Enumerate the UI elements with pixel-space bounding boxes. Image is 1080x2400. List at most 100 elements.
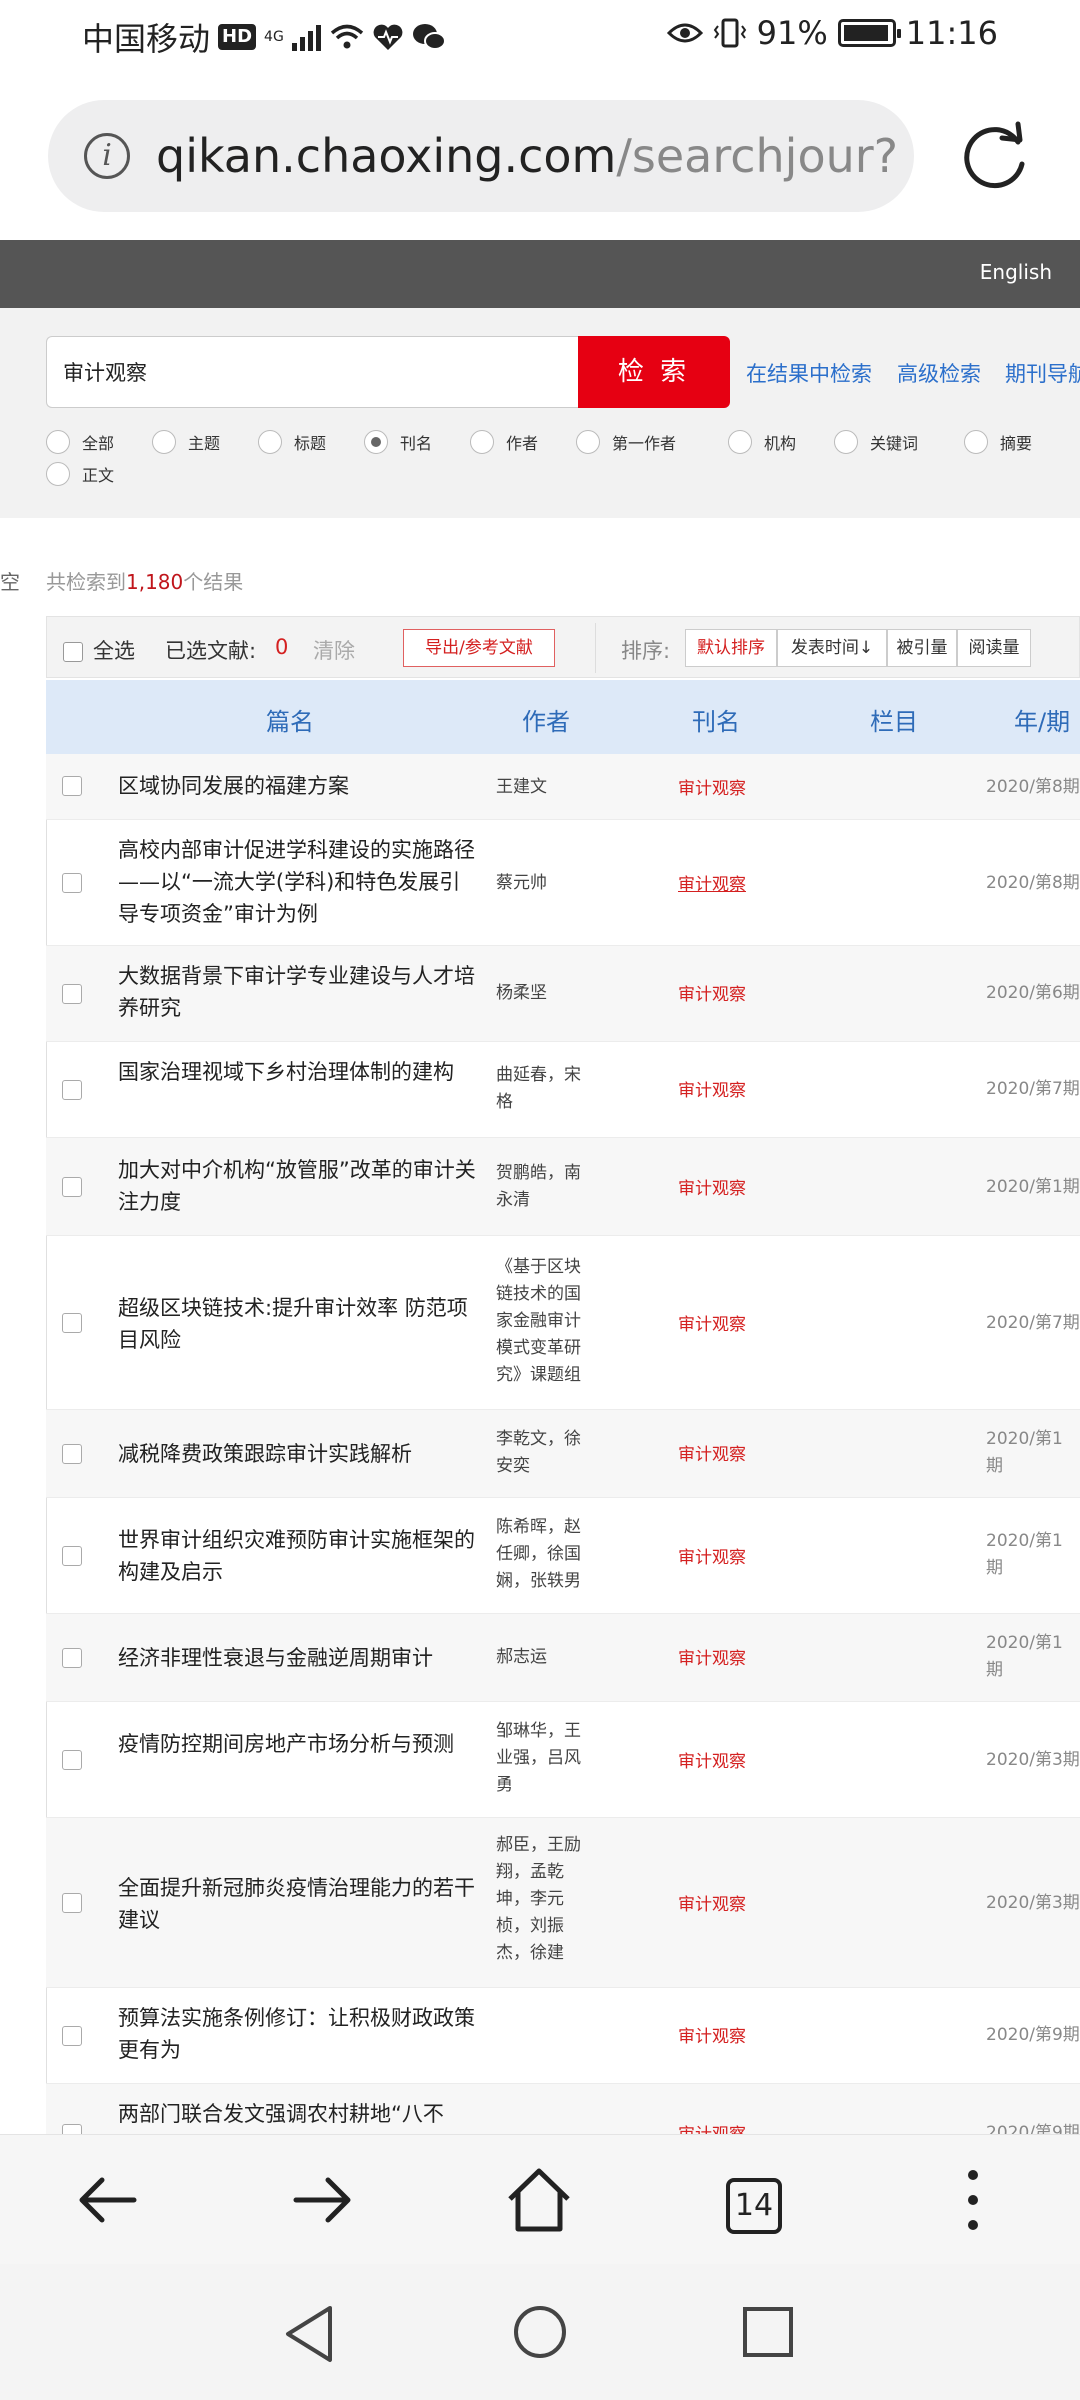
search-within-results-link[interactable]: 在结果中检索 — [746, 358, 872, 388]
sort-reads-button[interactable]: 阅读量 — [957, 629, 1031, 667]
article-title-link[interactable]: 区域协同发展的福建方案 — [118, 770, 478, 802]
author-link[interactable]: 贺鹏皓，南永清 — [496, 1160, 584, 1214]
article-title-link[interactable]: 预算法实施条例修订：让积极财政政策更有为 — [118, 2002, 478, 2066]
sort-citations-button[interactable]: 被引量 — [887, 629, 957, 667]
journal-nav-link[interactable]: 期刊导航 — [1005, 358, 1080, 388]
column-header-title[interactable]: 篇名 — [266, 702, 314, 737]
article-title-link[interactable]: 经济非理性衰退与金融逆周期审计 — [118, 1642, 478, 1674]
author-link[interactable]: 郝志运 — [496, 1644, 584, 1671]
radio-dot[interactable] — [152, 430, 176, 454]
journal-link[interactable]: 审计观察 — [678, 1076, 746, 1101]
row-checkbox[interactable] — [62, 776, 82, 796]
clear-selection-link[interactable]: 清除 — [313, 635, 355, 665]
author-link[interactable]: 郝臣，王励翔，孟乾坤，李元桢，刘振杰，徐建 — [496, 1832, 584, 1967]
journal-link[interactable]: 审计观察 — [678, 1644, 746, 1669]
journal-link[interactable]: 审计观察 — [678, 980, 746, 1005]
row-checkbox[interactable] — [62, 1648, 82, 1668]
field-radio-title[interactable]: 标题 — [258, 430, 326, 454]
journal-link[interactable]: 审计观察 — [678, 870, 746, 895]
table-row[interactable]: 预算法实施条例修订：让积极财政政策更有为 审计观察 2020/第9期 — [46, 1988, 1080, 2084]
article-title-link[interactable]: 全面提升新冠肺炎疫情治理能力的若干建议 — [118, 1872, 478, 1936]
field-radio-first-author[interactable]: 第一作者 — [576, 430, 676, 454]
table-row[interactable]: 减税降费政策跟踪审计实践解析 李乾文，徐安奕 审计观察 2020/第1期 — [46, 1410, 1080, 1498]
field-radio-journal[interactable]: 刊名 — [364, 430, 432, 454]
export-button[interactable]: 导出/参考文献 — [403, 629, 555, 667]
author-link[interactable]: 王建文 — [496, 774, 584, 801]
radio-dot[interactable] — [46, 462, 70, 486]
address-bar[interactable]: i qikan.chaoxing.com/searchjour?sw — [48, 100, 914, 212]
search-button[interactable]: 检 索 — [578, 336, 730, 408]
table-row[interactable]: 区域协同发展的福建方案 王建文 审计观察 2020/第8期 — [46, 754, 1080, 820]
article-title-link[interactable]: 世界审计组织灾难预防审计实施框架的构建及启示 — [118, 1524, 478, 1588]
article-title-link[interactable]: 减税降费政策跟踪审计实践解析 — [118, 1438, 478, 1470]
system-recents-icon[interactable] — [742, 2306, 794, 2358]
select-all-checkbox[interactable] — [63, 642, 83, 662]
column-header-author[interactable]: 作者 — [522, 702, 570, 737]
field-radio-abstract[interactable]: 摘要 — [964, 430, 1032, 454]
reload-icon[interactable] — [958, 120, 1032, 194]
author-link[interactable]: 《基于区块链技术的国家金融审计模式变革研究》课题组 — [496, 1254, 584, 1389]
row-checkbox[interactable] — [62, 984, 82, 1004]
journal-link[interactable]: 审计观察 — [678, 1174, 746, 1199]
table-row[interactable]: 世界审计组织灾难预防审计实施框架的构建及启示 陈希晖，赵任卿，徐国娴，张轶男 审… — [46, 1498, 1080, 1614]
radio-dot[interactable] — [470, 430, 494, 454]
article-title-link[interactable]: 高校内部审计促进学科建设的实施路径——以“一流大学(学科)和特色发展引导专项资金… — [118, 834, 478, 930]
field-radio-fulltext[interactable]: 正文 — [46, 462, 114, 486]
column-header-column[interactable]: 栏目 — [870, 702, 918, 737]
author-link[interactable]: 曲延春，宋格 — [496, 1062, 584, 1116]
table-row[interactable]: 国家治理视域下乡村治理体制的建构 曲延春，宋格 审计观察 2020/第7期 — [46, 1042, 1080, 1138]
tabs-button[interactable]: 14 — [726, 2178, 782, 2234]
info-icon[interactable]: i — [84, 133, 130, 179]
journal-link[interactable]: 审计观察 — [678, 1310, 746, 1335]
url-text[interactable]: qikan.chaoxing.com/searchjour?sw — [156, 129, 896, 183]
table-row[interactable]: 经济非理性衰退与金融逆周期审计 郝志运 审计观察 2020/第1期 — [46, 1614, 1080, 1702]
journal-link[interactable]: 审计观察 — [678, 1890, 746, 1915]
article-title-link[interactable]: 两部门联合发文强调农村耕地“八不 — [118, 2098, 478, 2130]
search-input[interactable]: 审计观察 — [46, 336, 578, 408]
journal-link[interactable]: 审计观察 — [678, 774, 746, 799]
author-link[interactable]: 杨柔坚 — [496, 980, 584, 1007]
article-title-link[interactable]: 加大对中介机构“放管服”改革的审计关注力度 — [118, 1154, 478, 1218]
author-link[interactable]: 陈希晖，赵任卿，徐国娴，张轶男 — [496, 1514, 584, 1595]
system-home-icon[interactable] — [512, 2304, 568, 2360]
row-checkbox[interactable] — [62, 2026, 82, 2046]
home-icon[interactable] — [504, 2165, 574, 2235]
english-link[interactable]: English — [980, 260, 1052, 284]
table-row[interactable]: 加大对中介机构“放管服”改革的审计关注力度 贺鹏皓，南永清 审计观察 2020/… — [46, 1138, 1080, 1236]
column-header-journal[interactable]: 刊名 — [692, 702, 740, 737]
table-row[interactable]: 超级区块链技术:提升审计效率 防范项目风险 《基于区块链技术的国家金融审计模式变… — [46, 1236, 1080, 1410]
author-link[interactable]: 蔡元帅 — [496, 870, 584, 897]
table-row[interactable]: 全面提升新冠肺炎疫情治理能力的若干建议 郝臣，王励翔，孟乾坤，李元桢，刘振杰，徐… — [46, 1818, 1080, 1988]
select-all-toggle[interactable]: 全选 — [63, 635, 135, 665]
table-row[interactable]: 高校内部审计促进学科建设的实施路径——以“一流大学(学科)和特色发展引导专项资金… — [46, 820, 1080, 946]
row-checkbox[interactable] — [62, 1313, 82, 1333]
journal-link[interactable]: 审计观察 — [678, 1747, 746, 1772]
row-checkbox[interactable] — [62, 1177, 82, 1197]
back-arrow-icon[interactable] — [72, 2165, 142, 2235]
radio-dot[interactable] — [46, 430, 70, 454]
sort-date-button[interactable]: 发表时间↓ — [777, 629, 887, 667]
system-back-icon[interactable] — [282, 2304, 338, 2364]
article-title-link[interactable]: 疫情防控期间房地产市场分析与预测 — [118, 1728, 478, 1760]
radio-dot[interactable] — [258, 430, 282, 454]
field-radio-keyword[interactable]: 关键词 — [834, 430, 918, 454]
sort-default-button[interactable]: 默认排序 — [685, 629, 777, 667]
column-header-year-issue[interactable]: 年/期 — [1014, 702, 1070, 737]
article-title-link[interactable]: 大数据背景下审计学专业建设与人才培养研究 — [118, 960, 478, 1024]
table-row[interactable]: 疫情防控期间房地产市场分析与预测 邹琳华，王业强，吕风勇 审计观察 2020/第… — [46, 1702, 1080, 1818]
radio-dot[interactable] — [964, 430, 988, 454]
more-menu-icon[interactable] — [938, 2165, 1008, 2235]
article-title-link[interactable]: 超级区块链技术:提升审计效率 防范项目风险 — [118, 1292, 478, 1356]
radio-dot-selected[interactable] — [364, 430, 388, 454]
article-title-link[interactable]: 国家治理视域下乡村治理体制的建构 — [118, 1056, 478, 1088]
forward-arrow-icon[interactable] — [288, 2165, 358, 2235]
author-link[interactable]: 邹琳华，王业强，吕风勇 — [496, 1718, 584, 1799]
journal-link[interactable]: 审计观察 — [678, 2022, 746, 2047]
author-link[interactable]: 李乾文，徐安奕 — [496, 1426, 584, 1480]
field-radio-all[interactable]: 全部 — [46, 430, 114, 454]
row-checkbox[interactable] — [62, 1750, 82, 1770]
row-checkbox[interactable] — [62, 1444, 82, 1464]
field-radio-subject[interactable]: 主题 — [152, 430, 220, 454]
row-checkbox[interactable] — [62, 873, 82, 893]
radio-dot[interactable] — [728, 430, 752, 454]
